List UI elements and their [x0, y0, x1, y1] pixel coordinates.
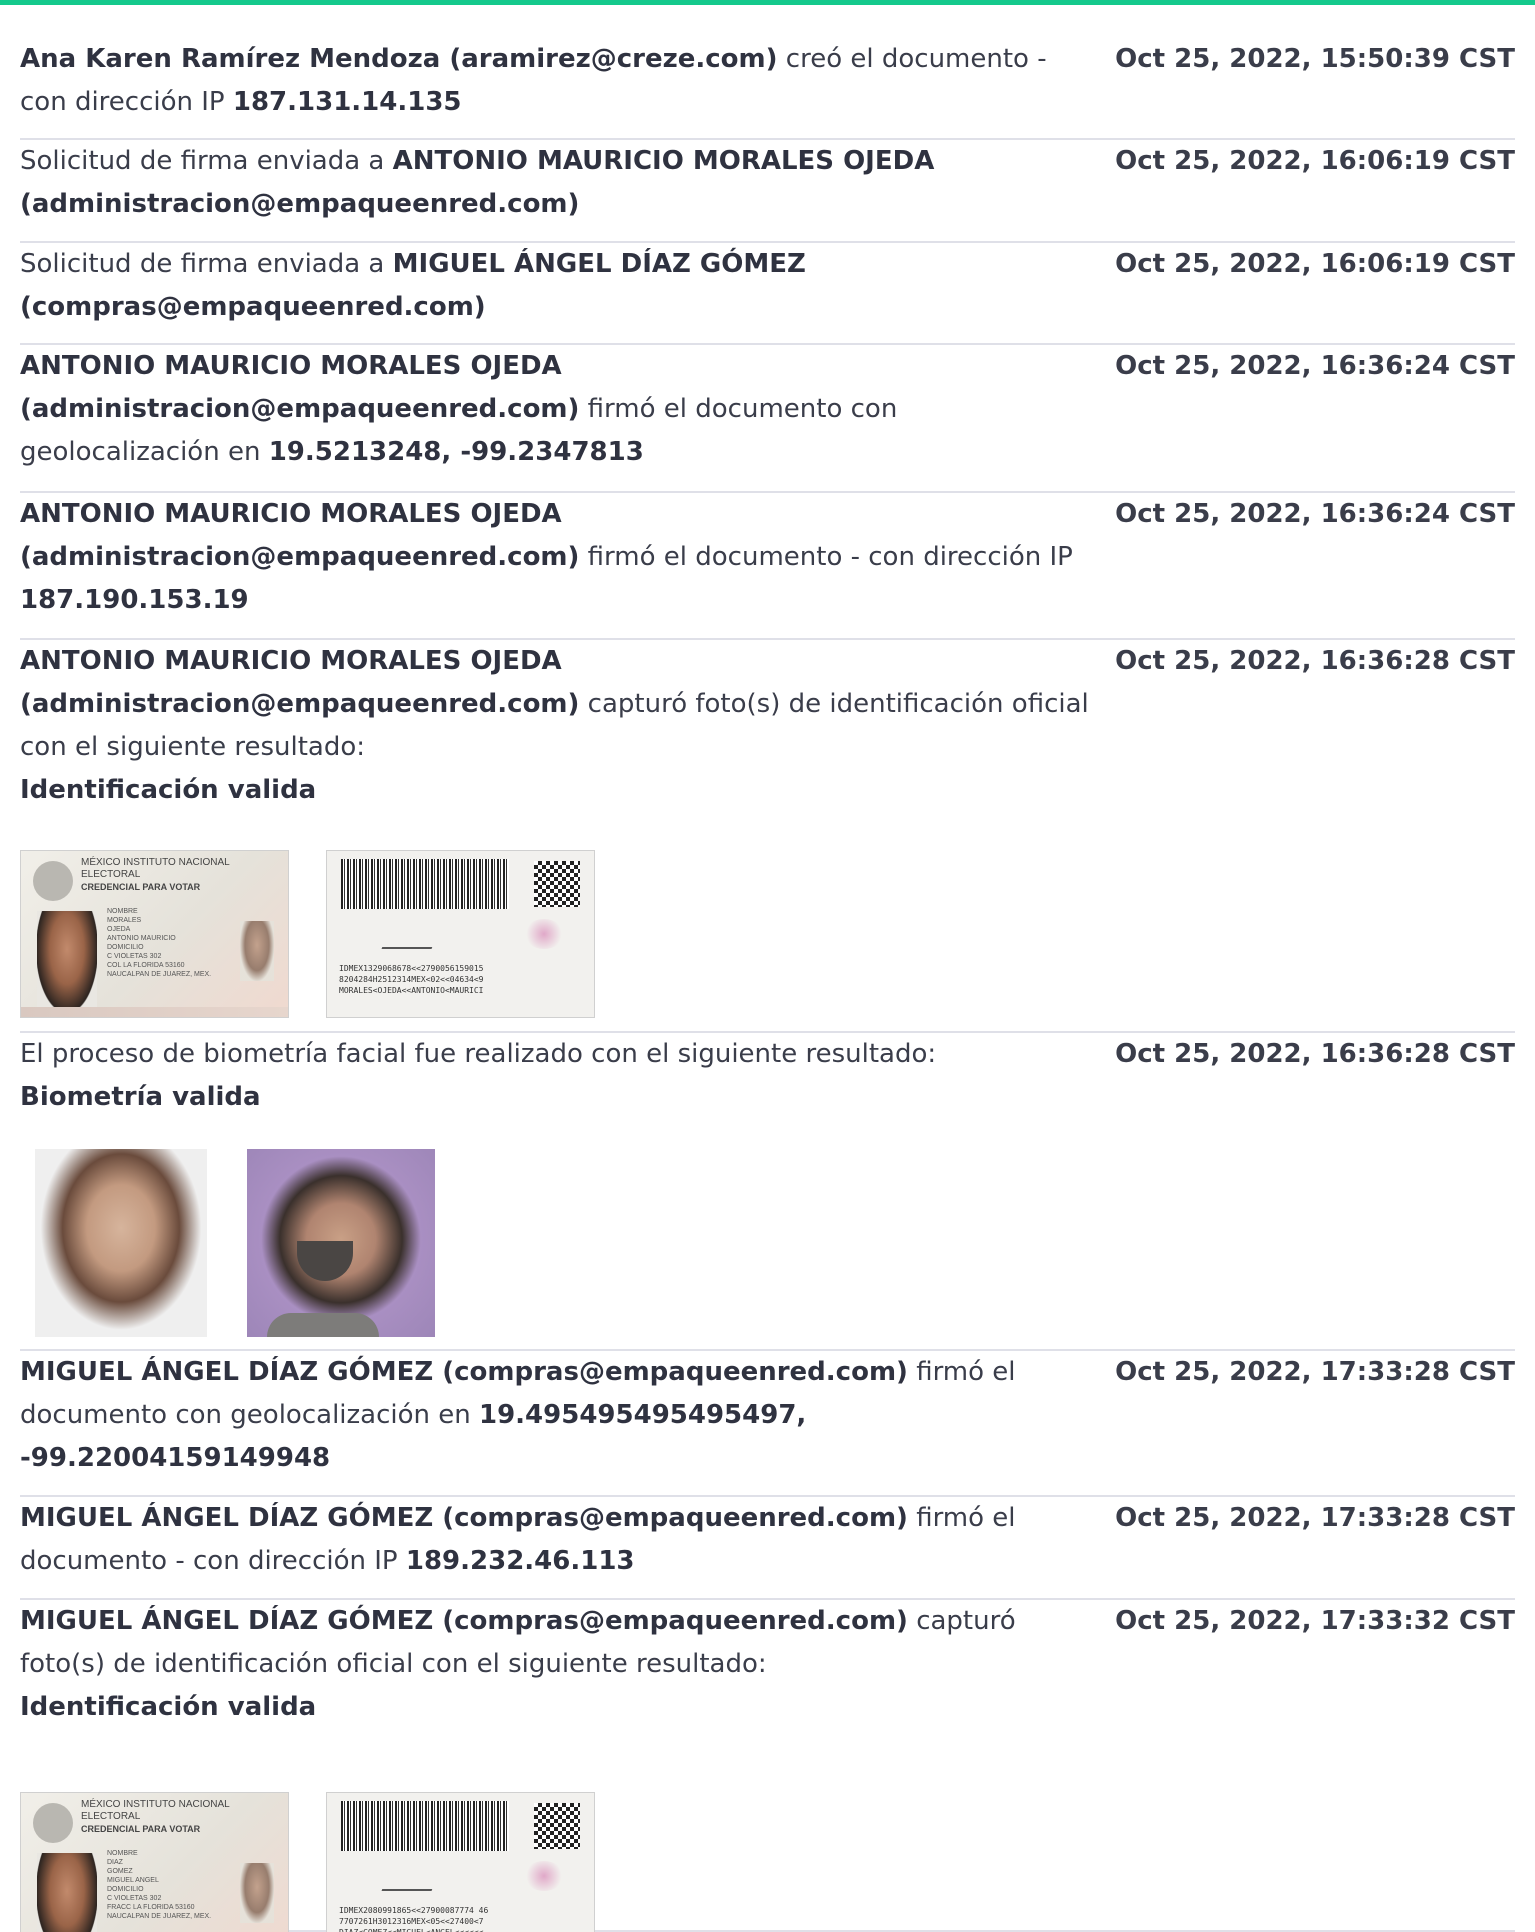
event-row: Solicitud de firma enviada a MIGUEL ÁNGE… — [20, 243, 1515, 345]
event-description: MIGUEL ÁNGEL DÍAZ GÓMEZ (compras@empaque… — [20, 1600, 1090, 1729]
event-emphasis: ANTONIO MAURICIO MORALES OJEDA (administ… — [20, 646, 580, 719]
fingerprint-mark — [524, 919, 564, 949]
event-row: ANTONIO MAURICIO MORALES OJEDA (administ… — [20, 345, 1515, 493]
event-emphasis: Ana Karen Ramírez Mendoza (aramirez@crez… — [20, 44, 778, 74]
event-emphasis: Biometría valida — [20, 1082, 261, 1112]
signature-mark — [381, 1861, 443, 1891]
event-timestamp: Oct 25, 2022, 16:06:19 CST — [1115, 146, 1515, 176]
beard-shape — [297, 1241, 353, 1281]
qr-code-icon — [534, 1803, 580, 1849]
event-text: El proceso de biometría facial fue reali… — [20, 1039, 937, 1069]
event-timestamp: Oct 25, 2022, 16:06:19 CST — [1115, 249, 1515, 279]
qr-code-icon — [534, 861, 580, 907]
event-description: MIGUEL ÁNGEL DÍAZ GÓMEZ (compras@empaque… — [20, 1351, 1090, 1480]
event-description: ANTONIO MAURICIO MORALES OJEDA (administ… — [20, 640, 1090, 812]
event-description: ANTONIO MAURICIO MORALES OJEDA (administ… — [20, 345, 1090, 474]
event-description: MIGUEL ÁNGEL DÍAZ GÓMEZ (compras@empaque… — [20, 1497, 1090, 1583]
seal-icon — [33, 1803, 73, 1843]
event-timestamp: Oct 25, 2022, 16:36:28 CST — [1115, 1039, 1515, 1069]
signature-mark — [381, 919, 443, 949]
id-ghost-photo — [240, 1863, 274, 1923]
face-crop-image — [35, 1149, 207, 1337]
id-card-front-image: MÉXICO INSTITUTO NACIONAL ELECTORAL CREDE… — [20, 1792, 289, 1932]
fingerprint-mark — [524, 1861, 564, 1891]
id-card-header: MÉXICO INSTITUTO NACIONAL ELECTORAL CREDE… — [81, 1799, 288, 1835]
event-description: Solicitud de firma enviada a MIGUEL ÁNGE… — [20, 243, 1090, 329]
id-card-header-line: CREDENCIAL PARA VOTAR — [81, 1824, 201, 1834]
seal-icon — [33, 861, 73, 901]
event-description: Solicitud de firma enviada a ANTONIO MAU… — [20, 140, 1090, 226]
event-row: MIGUEL ÁNGEL DÍAZ GÓMEZ (compras@empaque… — [20, 1351, 1515, 1497]
barcode-icon — [341, 859, 509, 909]
id-card-header: MÉXICO INSTITUTO NACIONAL ELECTORAL CREDE… — [81, 857, 288, 893]
event-emphasis: Identificación valida — [20, 775, 317, 805]
event-text: firmó el documento - con dirección IP — [579, 542, 1073, 572]
id-card-back-image: IDMEX2080991865<<27900087774 46 7707261H… — [326, 1792, 595, 1932]
id-card-strip — [21, 1007, 288, 1017]
event-timestamp: Oct 25, 2022, 17:33:28 CST — [1115, 1357, 1515, 1387]
id-photo — [37, 911, 97, 1011]
event-emphasis: 189.232.46.113 — [405, 1546, 635, 1576]
live-selfie-image — [247, 1149, 435, 1337]
event-description: El proceso de biometría facial fue reali… — [20, 1033, 1090, 1119]
id-card-front-image: MÉXICO INSTITUTO NACIONAL ELECTORAL CREDE… — [20, 850, 289, 1018]
id-card-text: NOMBRE MORALES OJEDA ANTONIO MAURICIO DO… — [107, 908, 212, 978]
event-emphasis: MIGUEL ÁNGEL DÍAZ GÓMEZ (compras@empaque… — [20, 1606, 908, 1636]
top-accent-bar — [0, 0, 1535, 5]
event-row: MIGUEL ÁNGEL DÍAZ GÓMEZ (compras@empaque… — [20, 1497, 1515, 1600]
event-timestamp: Oct 25, 2022, 17:33:28 CST — [1115, 1503, 1515, 1533]
event-emphasis: Identificación valida — [20, 1692, 317, 1722]
mrz-text: IDMEX2080991865<<27900087774 46 7707261H… — [339, 1906, 489, 1932]
id-card-header-line: MÉXICO INSTITUTO NACIONAL ELECTORAL — [81, 857, 230, 880]
event-text: Solicitud de firma enviada a — [20, 146, 393, 176]
event-row: ANTONIO MAURICIO MORALES OJEDA (administ… — [20, 640, 1515, 1033]
event-emphasis: 187.190.153.19 — [20, 585, 249, 615]
id-card-text: NOMBRE DIAZ GOMEZ MIGUEL ANGEL DOMICILIO… — [107, 1850, 212, 1920]
id-ghost-photo — [240, 921, 274, 981]
event-description: Ana Karen Ramírez Mendoza (aramirez@crez… — [20, 38, 1090, 124]
barcode-icon — [341, 1801, 509, 1851]
event-timestamp: Oct 25, 2022, 16:36:28 CST — [1115, 646, 1515, 676]
event-emphasis: ANTONIO MAURICIO MORALES OJEDA (administ… — [20, 351, 580, 424]
id-card-header-line: CREDENCIAL PARA VOTAR — [81, 882, 201, 892]
event-emphasis: 19.5213248, -99.2347813 — [268, 437, 644, 467]
mrz-text: IDMEX1329068678<<2790056159015 8204284H2… — [339, 964, 484, 995]
event-row: Solicitud de firma enviada a ANTONIO MAU… — [20, 140, 1515, 243]
event-emphasis: MIGUEL ÁNGEL DÍAZ GÓMEZ (compras@empaque… — [20, 1503, 908, 1533]
event-row: ANTONIO MAURICIO MORALES OJEDA (administ… — [20, 493, 1515, 640]
id-card-header-line: MÉXICO INSTITUTO NACIONAL ELECTORAL — [81, 1799, 230, 1822]
event-emphasis: ANTONIO MAURICIO MORALES OJEDA (administ… — [20, 499, 580, 572]
event-timestamp: Oct 25, 2022, 16:36:24 CST — [1115, 499, 1515, 529]
event-description: ANTONIO MAURICIO MORALES OJEDA (administ… — [20, 493, 1090, 622]
event-timestamp: Oct 25, 2022, 17:33:32 CST — [1115, 1606, 1515, 1636]
id-photo — [37, 1853, 97, 1932]
event-timestamp: Oct 25, 2022, 15:50:39 CST — [1115, 44, 1515, 74]
shirt-shape — [267, 1313, 379, 1337]
event-row: El proceso de biometría facial fue reali… — [20, 1033, 1515, 1351]
event-emphasis: 187.131.14.135 — [232, 87, 462, 117]
event-row: MIGUEL ÁNGEL DÍAZ GÓMEZ (compras@empaque… — [20, 1600, 1515, 1932]
event-row: Ana Karen Ramírez Mendoza (aramirez@crez… — [20, 38, 1515, 140]
event-text: Solicitud de firma enviada a — [20, 249, 393, 279]
event-timestamp: Oct 25, 2022, 16:36:24 CST — [1115, 351, 1515, 381]
id-card-back-image: IDMEX1329068678<<2790056159015 8204284H2… — [326, 850, 595, 1018]
event-emphasis: MIGUEL ÁNGEL DÍAZ GÓMEZ (compras@empaque… — [20, 1357, 908, 1387]
